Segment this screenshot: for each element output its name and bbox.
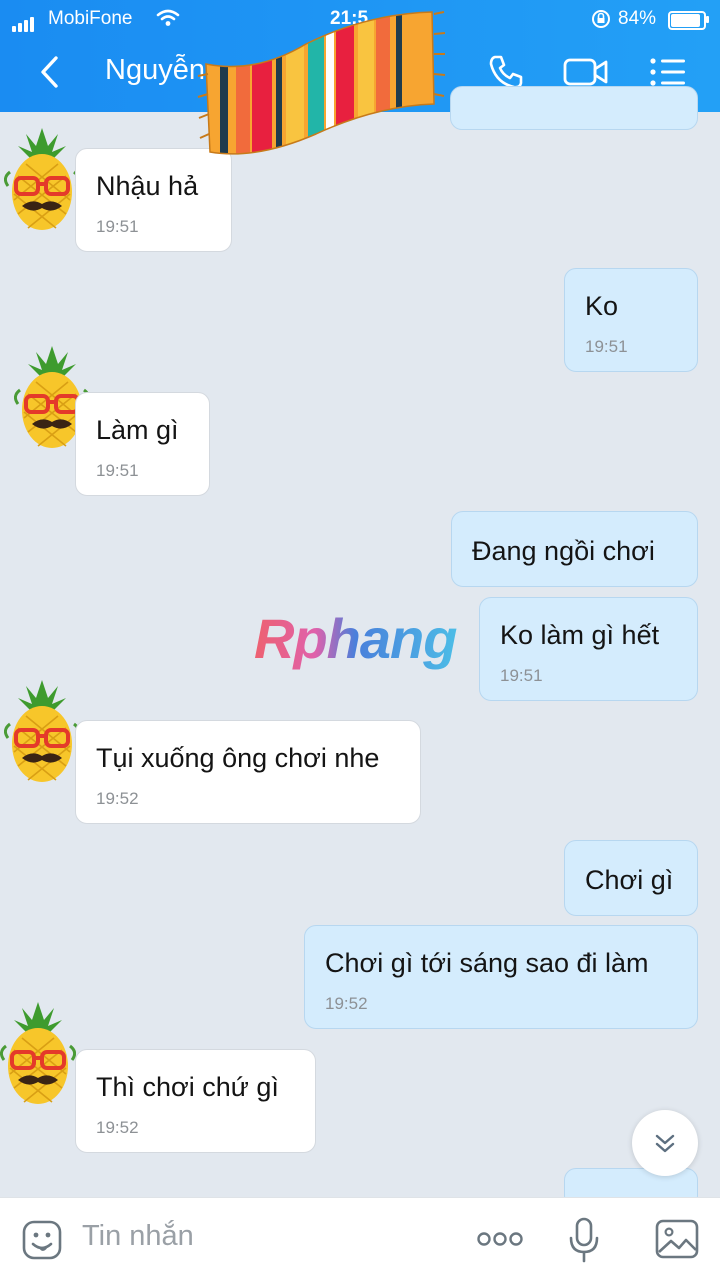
message-bubble-incoming[interactable]: Làm gì 19:51 bbox=[75, 392, 210, 496]
wifi-icon bbox=[156, 9, 180, 26]
message-bubble-incoming[interactable]: Thì chơi chứ gì 19:52 bbox=[75, 1049, 316, 1153]
message-time: 19:51 bbox=[96, 217, 139, 236]
message-time: 19:51 bbox=[500, 666, 543, 685]
watermark-text: Rphang bbox=[254, 607, 457, 670]
microphone-icon[interactable] bbox=[566, 1216, 602, 1264]
message-time: 19:52 bbox=[325, 994, 368, 1013]
message-input[interactable]: Tin nhắn bbox=[82, 1220, 194, 1253]
message-time: 19:51 bbox=[585, 337, 628, 356]
battery-tip bbox=[706, 16, 709, 23]
contact-name[interactable]: Nguyễn bbox=[105, 54, 205, 87]
message-text: Ko làm gì hết bbox=[500, 620, 660, 650]
message-text: Tụi xuống ông chơi nhe bbox=[96, 743, 380, 773]
more-icon[interactable] bbox=[476, 1226, 524, 1252]
rotation-lock-icon bbox=[592, 10, 610, 28]
battery-icon bbox=[668, 11, 706, 30]
scroll-to-bottom-button[interactable] bbox=[632, 1110, 698, 1176]
message-text: Thì chơi chứ gì bbox=[96, 1072, 279, 1102]
message-composer: Tin nhắn bbox=[0, 1197, 720, 1281]
message-text: Nhậu hả bbox=[96, 171, 199, 201]
message-bubble-outgoing[interactable]: Chơi gì bbox=[564, 840, 698, 916]
contact-avatar[interactable] bbox=[0, 998, 76, 1108]
message-time: 19:52 bbox=[96, 789, 139, 808]
battery-percent: 84% bbox=[618, 8, 657, 29]
message-bubble-incoming[interactable]: Tụi xuống ông chơi nhe 19:52 bbox=[75, 720, 421, 824]
signal-icon bbox=[12, 10, 36, 32]
message-time: 19:51 bbox=[96, 461, 139, 480]
message-text: Chơi gì bbox=[585, 865, 674, 895]
image-icon[interactable] bbox=[654, 1218, 700, 1260]
message-text: Ko bbox=[585, 291, 619, 321]
watermark-logo: Rphang bbox=[252, 606, 472, 685]
message-text: Đang ngồi chơi bbox=[472, 536, 655, 566]
partial-message-bubble[interactable] bbox=[450, 86, 698, 130]
message-bubble-outgoing[interactable]: Ko làm gì hết 19:51 bbox=[479, 597, 698, 701]
message-bubble-outgoing[interactable]: Đang ngồi chơi bbox=[451, 511, 698, 587]
back-arrow-icon[interactable] bbox=[36, 52, 64, 92]
contact-avatar[interactable] bbox=[4, 124, 80, 234]
message-time: 19:52 bbox=[96, 1118, 139, 1137]
message-bubble-outgoing[interactable]: Chơi gì tới sáng sao đi làm 19:52 bbox=[304, 925, 698, 1029]
message-text: Làm gì bbox=[96, 415, 179, 445]
double-chevron-down-icon bbox=[655, 1134, 675, 1153]
contact-avatar[interactable] bbox=[4, 676, 80, 786]
towel-sticker bbox=[197, 11, 446, 155]
message-bubble-outgoing[interactable]: Ko 19:51 bbox=[564, 268, 698, 372]
message-text: Chơi gì tới sáng sao đi làm bbox=[325, 948, 649, 978]
sticker-icon[interactable] bbox=[20, 1218, 64, 1262]
carrier-name: MobiFone bbox=[48, 8, 133, 29]
